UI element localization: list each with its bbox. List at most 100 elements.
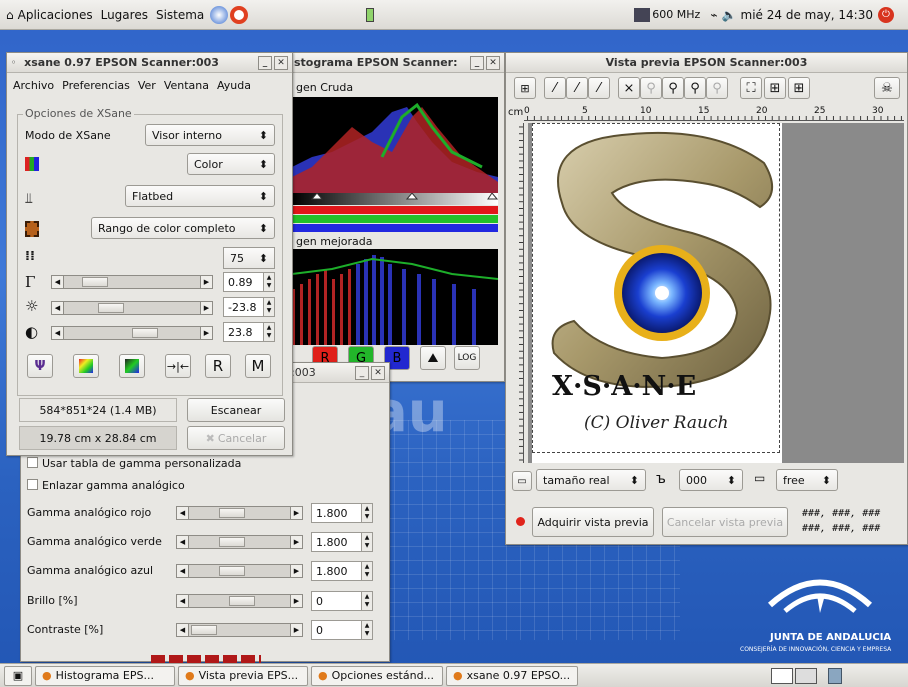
grid-icon[interactable]: ⊞ bbox=[764, 77, 786, 99]
preview-dpi-select[interactable]: 000 ⬍ bbox=[679, 469, 743, 491]
gamma-input[interactable]: 0.89 ▲ ▼ bbox=[223, 272, 275, 292]
log-button[interactable]: LOG bbox=[454, 346, 480, 370]
menu-system[interactable]: Sistema bbox=[156, 8, 204, 22]
brightness-main-slider[interactable]: ◀ ▶ bbox=[51, 301, 213, 315]
preview-options-icon[interactable]: ▭ bbox=[512, 471, 532, 491]
workspace-switcher[interactable] bbox=[771, 667, 817, 684]
window-menu-icon[interactable]: ◦ bbox=[11, 58, 16, 67]
preview-ratio-select[interactable]: free ⬍ bbox=[776, 469, 838, 491]
ruler-unit: cm bbox=[508, 107, 524, 118]
source-select[interactable]: Flatbed ⬍ bbox=[125, 185, 275, 207]
menu-window[interactable]: Ventana bbox=[164, 79, 209, 92]
selection-rectangle[interactable] bbox=[532, 123, 780, 453]
brightness-slider[interactable]: ◀ ▶ bbox=[176, 594, 303, 608]
xsane-app-icon: ● bbox=[185, 669, 195, 682]
delete-preview-icon[interactable]: ☠ bbox=[874, 77, 900, 99]
xsane-logo-strip bbox=[151, 655, 261, 663]
cancel-preview-button[interactable]: Cancelar vista previa bbox=[662, 507, 788, 537]
histogram-titlebar[interactable]: stograma EPSON Scanner: _ ✕ bbox=[284, 53, 504, 73]
zoom-out-icon[interactable]: ⚲ bbox=[640, 77, 662, 99]
dimensions-info: 19.78 cm x 28.84 cm bbox=[19, 426, 177, 450]
close-icon[interactable]: ✕ bbox=[274, 55, 288, 70]
gamma-blue-input[interactable]: 1.800 ▲ ▼ bbox=[311, 561, 373, 581]
contrast-main-slider[interactable]: ◀ ▶ bbox=[51, 326, 213, 340]
scan-button[interactable]: Escanear bbox=[187, 398, 285, 422]
power-icon[interactable]: ⏻ bbox=[878, 6, 894, 23]
gamma-red-input[interactable]: 1.800 ▲ ▼ bbox=[311, 503, 373, 523]
volume-icon[interactable]: 🔈 bbox=[722, 8, 737, 22]
browser-icon[interactable] bbox=[210, 5, 229, 24]
use-gamma-checkbox[interactable]: Usar tabla de gamma personalizada bbox=[27, 457, 241, 470]
zoom-fit-icon[interactable]: ⊞ bbox=[514, 77, 536, 99]
close-icon[interactable]: ✕ bbox=[371, 365, 385, 380]
zoom-in-icon[interactable]: ⚲ bbox=[662, 77, 684, 99]
auto-enhance-icon[interactable] bbox=[119, 354, 145, 378]
menu-applications[interactable]: Aplicaciones bbox=[18, 8, 93, 22]
flatbed-icon: ⫫ bbox=[25, 191, 33, 207]
gamma-icon: Γ bbox=[25, 273, 36, 291]
brightness-input[interactable]: 0 ▲ ▼ bbox=[311, 591, 373, 611]
preview-canvas[interactable]: X·S·A·N·E (C) Oliver Rauch bbox=[528, 123, 904, 463]
preview-toolbar: ⊞ ⁄ ⁄ ⁄ ⨯ ⚲ ⚲ ⚲ ⚲ ⛶ ⊞ ⊞ ☠ bbox=[510, 77, 906, 101]
clock[interactable]: mié 24 de may, 14:30 bbox=[741, 8, 873, 22]
color-range-select[interactable]: Rango de color completo ⬍ bbox=[91, 217, 275, 239]
zoom-area-icon[interactable]: ⚲ bbox=[684, 77, 706, 99]
gamma-red-slider[interactable]: ◀ ▶ bbox=[176, 506, 303, 520]
cancel-x-icon: ✖ bbox=[205, 431, 215, 445]
preview-titlebar[interactable]: Vista previa EPSON Scanner:003 bbox=[506, 53, 907, 73]
minimize-icon[interactable]: _ bbox=[258, 55, 272, 70]
gamma-blue-slider[interactable]: ◀ ▶ bbox=[176, 564, 303, 578]
pick-black-icon[interactable]: ⁄ bbox=[588, 77, 610, 99]
mode-select[interactable]: Visor interno ⬍ bbox=[145, 124, 275, 146]
foot-icon[interactable]: ⌂ bbox=[6, 8, 14, 22]
trash-icon[interactable] bbox=[828, 667, 842, 684]
gamma-blue-label: Gamma analógico azul bbox=[27, 564, 154, 577]
histogram-tool-icon[interactable]: Ψ bbox=[27, 354, 53, 378]
preview-size-select[interactable]: tamaño real ⬍ bbox=[536, 469, 646, 491]
ratio-icon: ▭ bbox=[754, 471, 766, 485]
brightness-main-input[interactable]: -23.8 ▲ ▼ bbox=[223, 297, 275, 317]
menu-preferences[interactable]: Preferencias bbox=[62, 79, 130, 92]
taskbar-item[interactable]: ● xsane 0.97 EPSO... bbox=[446, 665, 578, 686]
taskbar-item[interactable]: ● Histograma EPS... bbox=[35, 665, 175, 686]
cpu-freq: 600 MHz bbox=[652, 8, 701, 21]
autoselect-icon[interactable]: ⨯ bbox=[618, 77, 640, 99]
store-m-button[interactable]: M bbox=[245, 354, 271, 378]
battery-icon bbox=[366, 7, 375, 22]
pick-white-icon[interactable]: ⁄ bbox=[544, 77, 566, 99]
pixel-readout-1: ###, ###, ### bbox=[802, 508, 881, 519]
gamma-green-slider[interactable]: ◀ ▶ bbox=[176, 535, 303, 549]
restore-icon[interactable]: →|← bbox=[165, 354, 191, 378]
contrast-input[interactable]: 0 ▲ ▼ bbox=[311, 620, 373, 640]
link-gamma-checkbox[interactable]: Enlazar gamma analógico bbox=[27, 479, 185, 492]
taskbar-item[interactable]: ● Opciones estánd... bbox=[311, 665, 443, 686]
full-area-icon[interactable]: ⛶ bbox=[740, 77, 762, 99]
minimize-icon[interactable]: _ bbox=[355, 365, 369, 380]
color-select[interactable]: Color ⬍ bbox=[187, 153, 275, 175]
show-desktop-button[interactable]: ▣ bbox=[4, 665, 32, 686]
color-correction-icon[interactable] bbox=[73, 354, 99, 378]
restore-r-button[interactable]: R bbox=[205, 354, 231, 378]
contrast-slider[interactable]: ◀ ▶ bbox=[176, 623, 303, 637]
pick-gray-icon[interactable]: ⁄ bbox=[566, 77, 588, 99]
xsane-titlebar[interactable]: ◦ xsane 0.97 EPSON Scanner:003 _ ✕ bbox=[7, 53, 292, 73]
lifebuoy-icon[interactable] bbox=[230, 5, 249, 24]
close-icon[interactable]: ✕ bbox=[486, 55, 500, 70]
menu-places[interactable]: Lugares bbox=[101, 8, 148, 22]
undo-zoom-icon[interactable]: ⚲ bbox=[706, 77, 728, 99]
pipette-icon[interactable]: ⛰ bbox=[420, 346, 446, 370]
cancel-scan-button[interactable]: ✖ Cancelar bbox=[187, 426, 285, 450]
xsane-app-icon: ● bbox=[318, 669, 328, 682]
taskbar-item[interactable]: ● Vista previa EPS... bbox=[178, 665, 308, 686]
network-icon[interactable]: ⌁ bbox=[710, 8, 717, 22]
menu-file[interactable]: Archivo bbox=[13, 79, 54, 92]
acquire-preview-button[interactable]: Adquirir vista previa bbox=[532, 507, 654, 537]
gamma-green-input[interactable]: 1.800 ▲ ▼ bbox=[311, 532, 373, 552]
gamma-slider[interactable]: ◀ ▶ bbox=[51, 275, 213, 289]
resolution-select[interactable]: 75 ⬍ bbox=[223, 247, 275, 269]
menu-help[interactable]: Ayuda bbox=[217, 79, 251, 92]
grid-plus-icon[interactable]: ⊞ bbox=[788, 77, 810, 99]
minimize-icon[interactable]: _ bbox=[470, 55, 484, 70]
menu-view[interactable]: Ver bbox=[138, 79, 156, 92]
contrast-main-input[interactable]: 23.8 ▲ ▼ bbox=[223, 322, 275, 342]
